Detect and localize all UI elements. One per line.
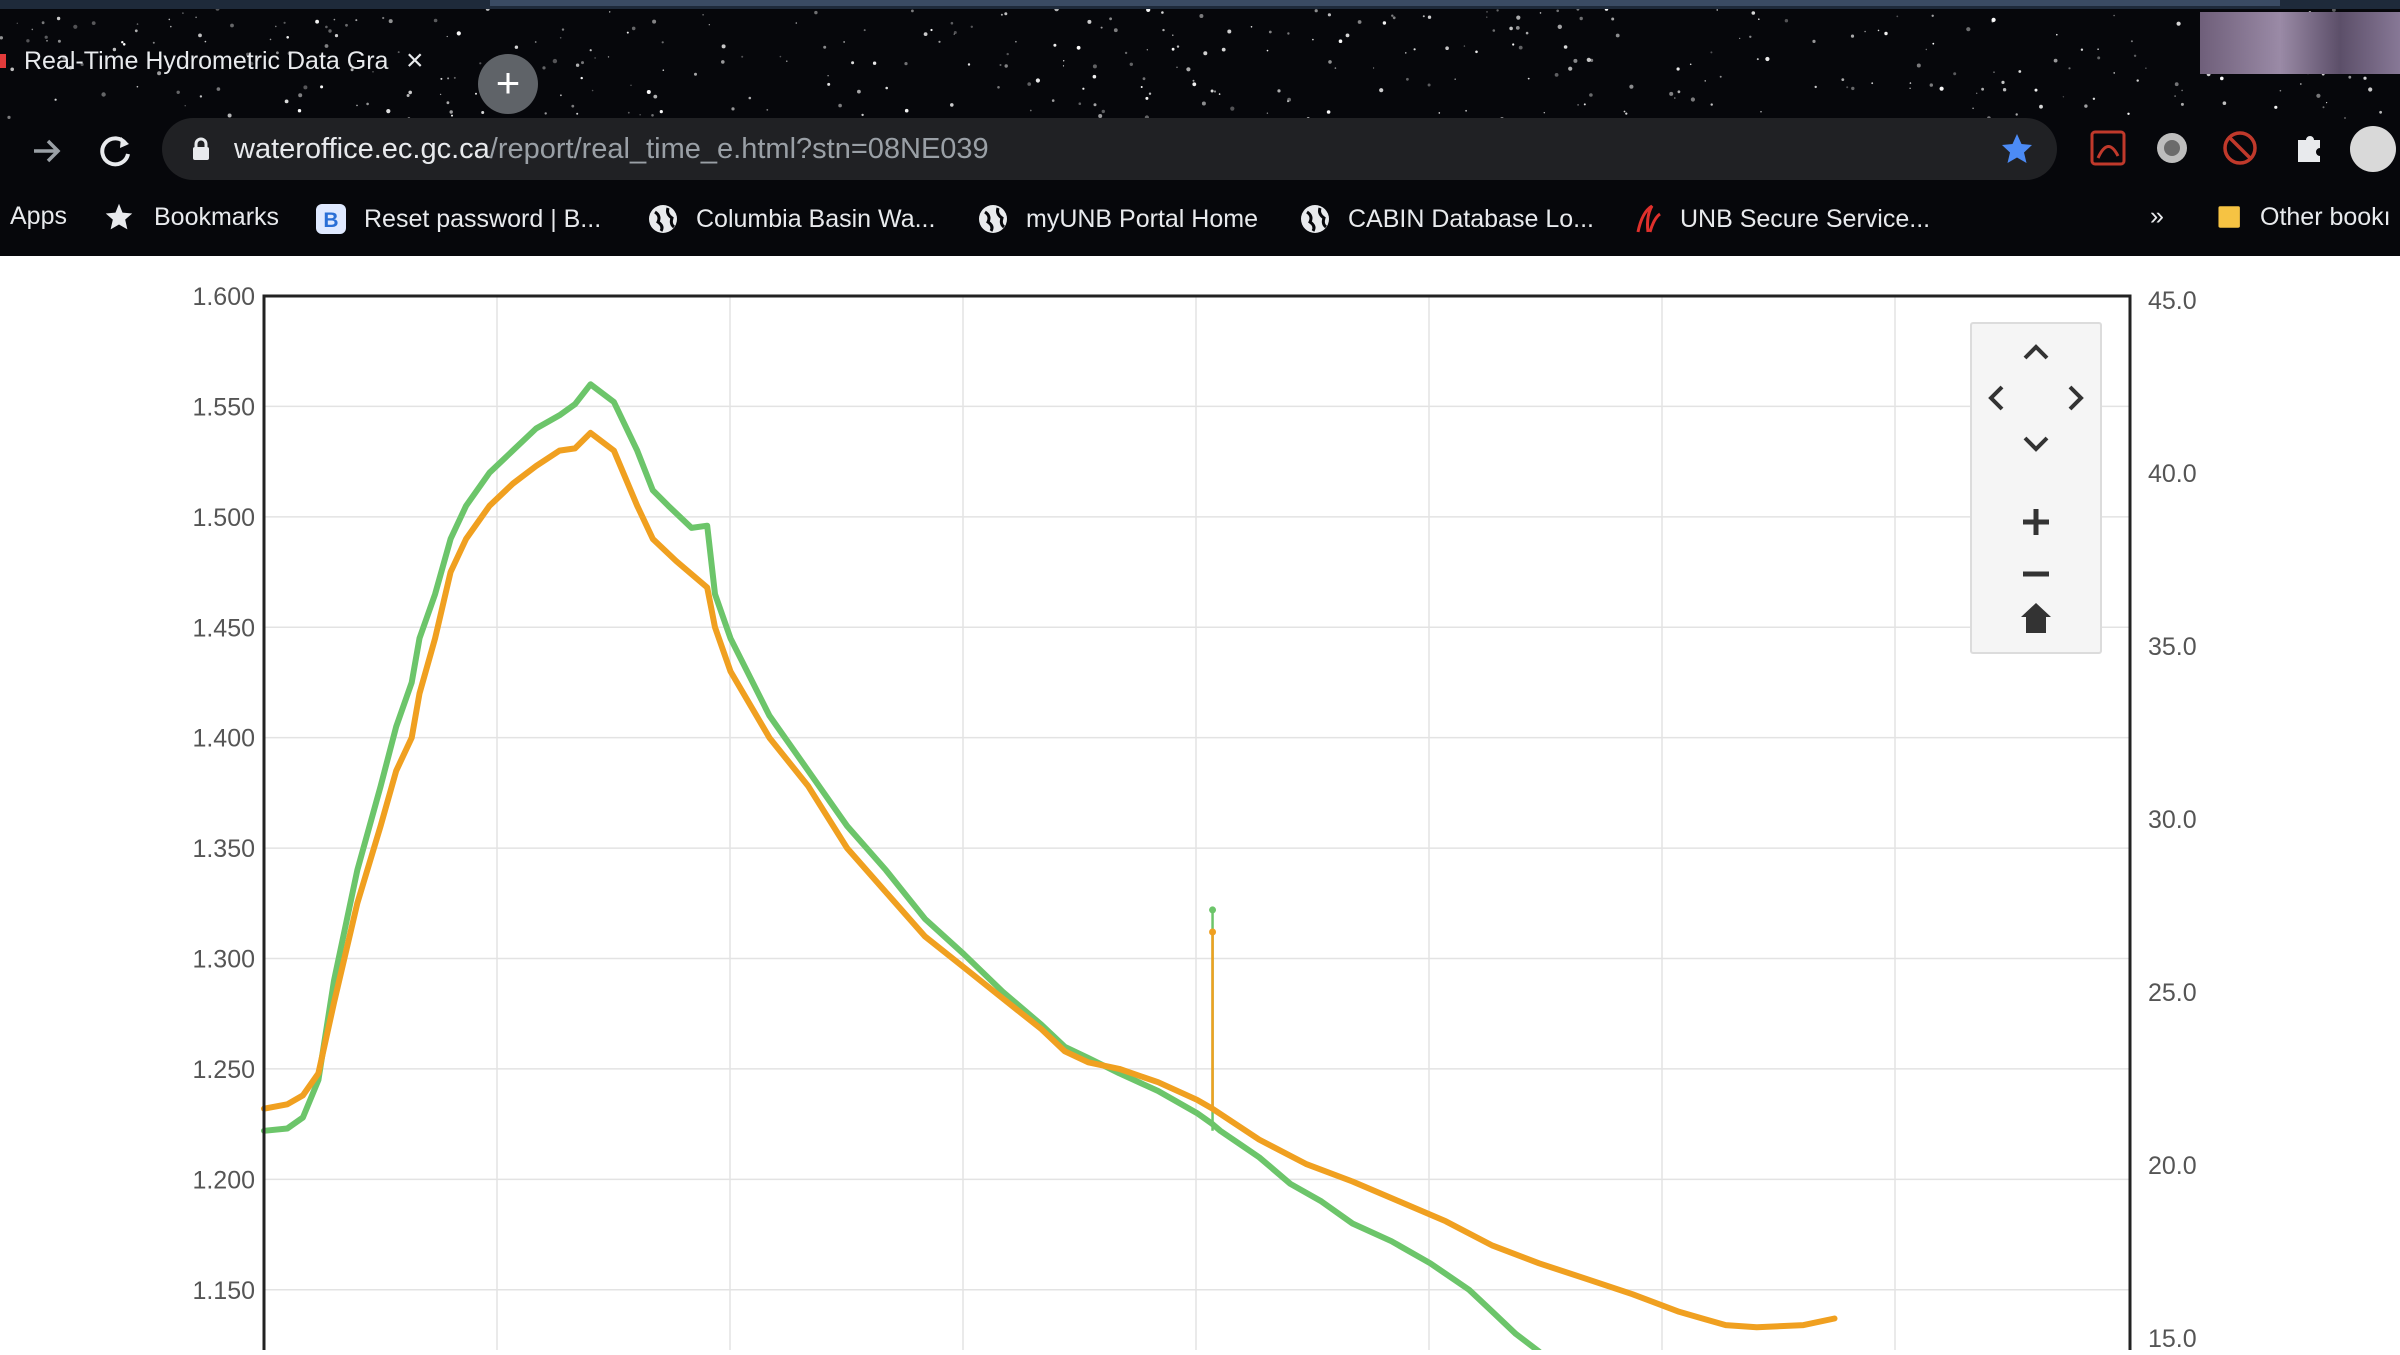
left-tick-label: 1.600 [192, 283, 255, 311]
b-logo-icon: B [316, 204, 346, 234]
bookmark-apps[interactable]: Apps [10, 202, 67, 231]
left-tick-label: 1.300 [192, 946, 255, 974]
left-tick-label: 1.250 [192, 1056, 255, 1084]
hydrometric-chart: 1.600 1.550 1.500 1.450 1.400 1.350 1.300 1.250… [0, 256, 2400, 1355]
new-tab-button[interactable]: + [478, 54, 538, 114]
bookmark-bookmarks[interactable]: Bookmarks [104, 202, 279, 232]
left-axis-ticks: 1.600 1.550 1.500 1.450 1.400 1.350 1.300 1.250… [192, 283, 255, 1305]
right-tick-label: 45.0 [2148, 287, 2197, 315]
bookmark-label: Other bookı [2260, 202, 2391, 231]
extensions-puzzle-icon[interactable] [2290, 128, 2330, 168]
right-tick-label: 30.0 [2148, 806, 2197, 834]
star-dot [1716, 9, 1718, 11]
right-tick-label: 20.0 [2148, 1152, 2197, 1180]
left-tick-label: 1.350 [192, 835, 255, 863]
bookmark-label: Columbia Basin Wa... [696, 204, 936, 233]
more-bookmarks-button[interactable]: » [2150, 202, 2164, 231]
plus-icon[interactable] [2012, 500, 2060, 544]
home-icon[interactable] [2012, 596, 2060, 640]
globe-icon [1301, 205, 1329, 233]
bookmark-cabin-database[interactable]: CABIN Database Lo... [1298, 202, 1594, 236]
bookmark-star-icon[interactable] [1999, 131, 2035, 167]
bookmark-label: myUNB Portal Home [1026, 204, 1258, 233]
bookmark-unb-secure[interactable]: UNB Secure Service... [1630, 202, 1930, 236]
tab-title: Real-Time Hydrometric Data Gra [24, 46, 389, 75]
left-tick-label: 1.150 [192, 1277, 255, 1305]
window-top-bar [0, 0, 2400, 9]
more-bookmarks-icon: » [2150, 202, 2164, 230]
chevron-down-icon[interactable] [2012, 422, 2060, 466]
address-bar[interactable]: wateroffice.ec.gc.ca/report/real_time_e.… [162, 118, 2057, 180]
bookmark-myunb[interactable]: myUNB Portal Home [976, 202, 1258, 236]
tab-hydrometric[interactable]: Real-Time Hydrometric Data Gra × [0, 32, 455, 90]
chevron-right-icon[interactable] [2052, 376, 2100, 420]
reload-icon[interactable] [90, 126, 140, 176]
tab-strip: Real-Time Hydrometric Data Gra × + [0, 12, 2400, 132]
right-tick-label: 25.0 [2148, 979, 2197, 1007]
bookmark-label: UNB Secure Service... [1680, 204, 1931, 233]
chevron-left-icon[interactable] [1972, 376, 2020, 420]
right-tick-label: 40.0 [2148, 460, 2197, 488]
left-tick-label: 1.450 [192, 614, 255, 642]
browser-toolbar: wateroffice.ec.gc.ca/report/real_time_e.… [0, 118, 2400, 180]
lock-icon [193, 137, 209, 160]
folder-icon [2218, 206, 2240, 228]
green-spike-point [1209, 906, 1217, 914]
left-tick-label: 1.400 [192, 725, 255, 753]
close-icon[interactable]: × [406, 44, 424, 78]
left-tick-label: 1.550 [192, 393, 255, 421]
pdf-extension-icon[interactable] [2088, 128, 2128, 168]
bookmark-label: Apps [10, 202, 67, 230]
svg-text:B: B [323, 209, 338, 232]
orange-spike-point [1209, 928, 1217, 936]
chart-series [261, 381, 1838, 1355]
tab-favicon [0, 54, 6, 68]
bookmark-label: Bookmarks [154, 202, 280, 231]
orange-series-line [261, 429, 1838, 1331]
blocked-extension-icon[interactable] [2220, 128, 2260, 168]
url-text: wateroffice.ec.gc.ca/report/real_time_e.… [234, 132, 989, 165]
right-tick-label: 35.0 [2148, 633, 2197, 661]
chevron-up-icon[interactable] [2012, 330, 2060, 374]
globe-icon [979, 205, 1007, 233]
bookmark-columbia-basin[interactable]: Columbia Basin Wa... [646, 202, 935, 236]
right-axis-ticks: 45.0 40.0 35.0 30.0 25.0 20.0 15.0 [2148, 287, 2197, 1353]
bookmarks-bar: Apps Bookmarks B Reset password | B... C… [0, 190, 2400, 246]
bookmark-reset-password[interactable]: B Reset password | B... [314, 202, 601, 236]
globe-icon [649, 205, 677, 233]
plot-frame [262, 294, 2132, 1355]
bookmark-label: CABIN Database Lo... [1348, 204, 1594, 233]
bookmark-label: Reset password | B... [364, 204, 602, 233]
minus-icon[interactable] [2012, 552, 2060, 596]
chart-navigation-panel [1970, 322, 2102, 654]
right-tick-label: 15.0 [2148, 1325, 2197, 1350]
unb-logo-icon [1636, 204, 1661, 233]
browser-chrome: Real-Time Hydrometric Data Gra × + water… [0, 0, 2400, 256]
star-icon [105, 203, 133, 230]
record-extension-icon[interactable] [2152, 128, 2192, 168]
left-tick-label: 1.500 [192, 504, 255, 532]
other-bookmarks-folder[interactable]: Other bookı [2216, 202, 2391, 232]
forward-icon[interactable] [22, 126, 72, 176]
chart-grid [264, 295, 2130, 1355]
left-tick-label: 1.200 [192, 1166, 255, 1194]
profile-avatar[interactable] [2350, 126, 2396, 172]
green-series-line [261, 381, 1543, 1355]
